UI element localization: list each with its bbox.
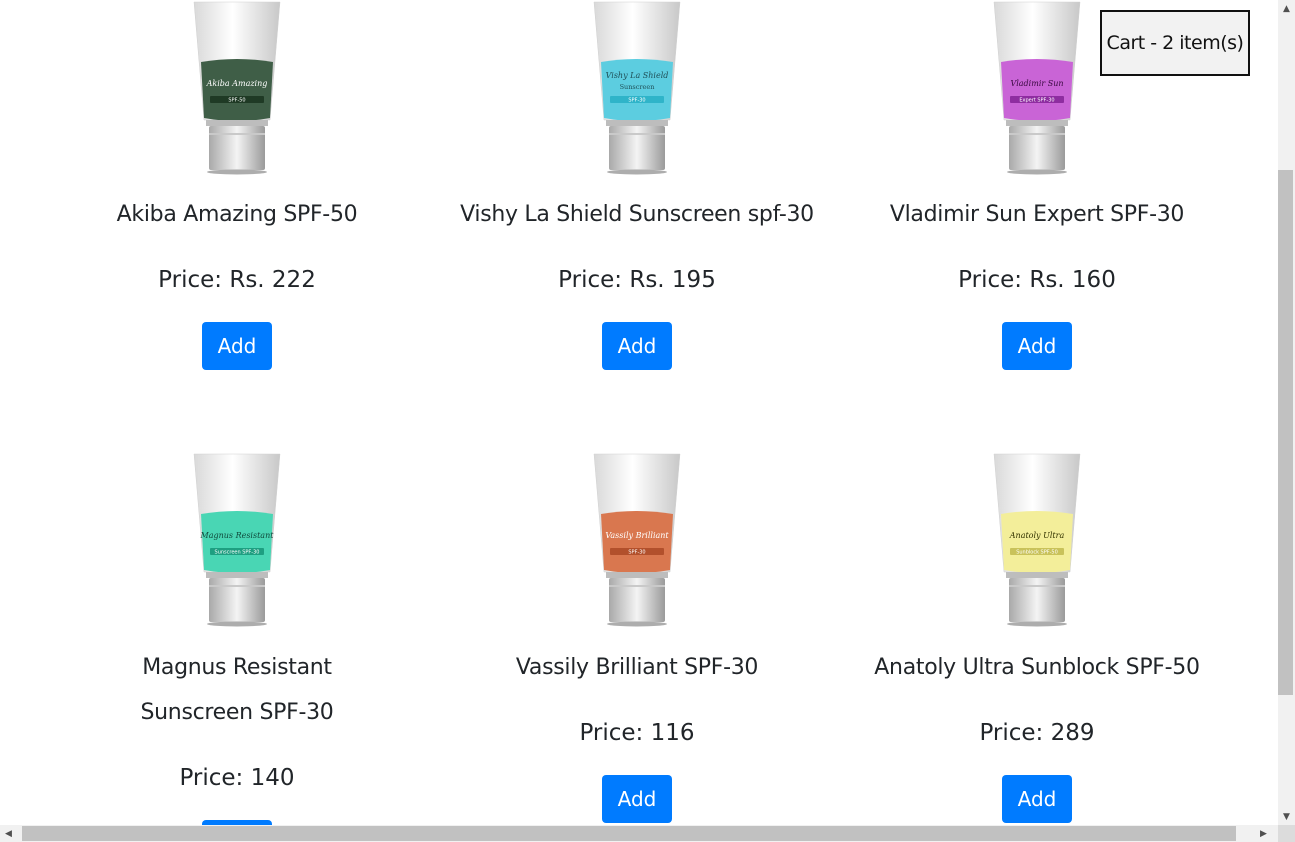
scroll-left-arrow-icon[interactable]: ◀	[0, 825, 17, 842]
scroll-down-arrow-icon[interactable]: ▼	[1278, 808, 1295, 825]
add-button[interactable]: Add	[1002, 775, 1072, 823]
product-price: Price: 140	[179, 765, 295, 791]
product-price: Price: Rs. 160	[958, 267, 1116, 293]
product-image: Akiba Amazing SPF-50	[193, 1, 281, 175]
product-image: Magnus Resistant Sunscreen SPF-30	[193, 453, 281, 627]
svg-text:Sunblock SPF-50: Sunblock SPF-50	[1016, 550, 1058, 556]
product-image: Anatoly Ultra Sunblock SPF-50	[993, 453, 1081, 627]
scrollbar-corner	[1278, 825, 1295, 842]
product-grid: Akiba Amazing SPF-50 Akiba Amazing SPF-50…	[0, 0, 1278, 825]
vertical-scroll-thumb[interactable]	[1278, 170, 1293, 695]
add-button[interactable]: Add	[202, 322, 272, 370]
svg-text:SPF-30: SPF-30	[628, 550, 645, 556]
product-name: Akiba Amazing SPF-50	[116, 202, 358, 227]
product-name: Vassily Brilliant SPF-30	[515, 655, 759, 680]
scroll-right-arrow-icon[interactable]: ▶	[1255, 825, 1272, 842]
product-name: Vishy La Shield Sunscreen spf-30	[460, 202, 814, 227]
svg-text:Expert SPF-30: Expert SPF-30	[1019, 98, 1054, 104]
scroll-up-arrow-icon[interactable]: ▲	[1278, 0, 1295, 17]
add-button[interactable]: Add	[602, 775, 672, 823]
product-price: Price: 116	[579, 720, 695, 746]
add-button[interactable]: Add	[602, 322, 672, 370]
svg-text:Anatoly Ultra: Anatoly Ultra	[1009, 531, 1065, 540]
product-price: Price: 289	[979, 720, 1095, 746]
svg-text:Sunscreen: Sunscreen	[620, 83, 655, 91]
svg-text:Sunscreen SPF-30: Sunscreen SPF-30	[215, 550, 260, 556]
product-price: Price: Rs. 195	[558, 267, 716, 293]
product-image: Vishy La Shield Sunscreen SPF-30	[593, 1, 681, 175]
svg-text:SPF-30: SPF-30	[628, 98, 645, 104]
product-image: Vassily Brilliant SPF-30	[593, 453, 681, 627]
svg-text:Vladimir Sun: Vladimir Sun	[1010, 79, 1063, 88]
product-name: Vladimir Sun Expert SPF-30	[889, 202, 1185, 227]
svg-text:Magnus Resistant: Magnus Resistant	[200, 531, 275, 540]
svg-text:SPF-50: SPF-50	[228, 98, 245, 104]
horizontal-scroll-thumb[interactable]	[22, 826, 1236, 841]
cart-button[interactable]: Cart - 2 item(s)	[1100, 10, 1250, 76]
add-button[interactable]: Add	[1002, 322, 1072, 370]
svg-text:Akiba Amazing: Akiba Amazing	[206, 79, 268, 88]
product-name: Magnus Resistant Sunscreen SPF-30	[140, 655, 334, 725]
product-image: Vladimir Sun Expert SPF-30	[993, 1, 1081, 175]
svg-text:Vishy La Shield: Vishy La Shield	[606, 71, 669, 80]
product-name: Anatoly Ultra Sunblock SPF-50	[874, 655, 1200, 680]
product-price: Price: Rs. 222	[158, 267, 316, 293]
svg-text:Vassily Brilliant: Vassily Brilliant	[605, 531, 669, 540]
